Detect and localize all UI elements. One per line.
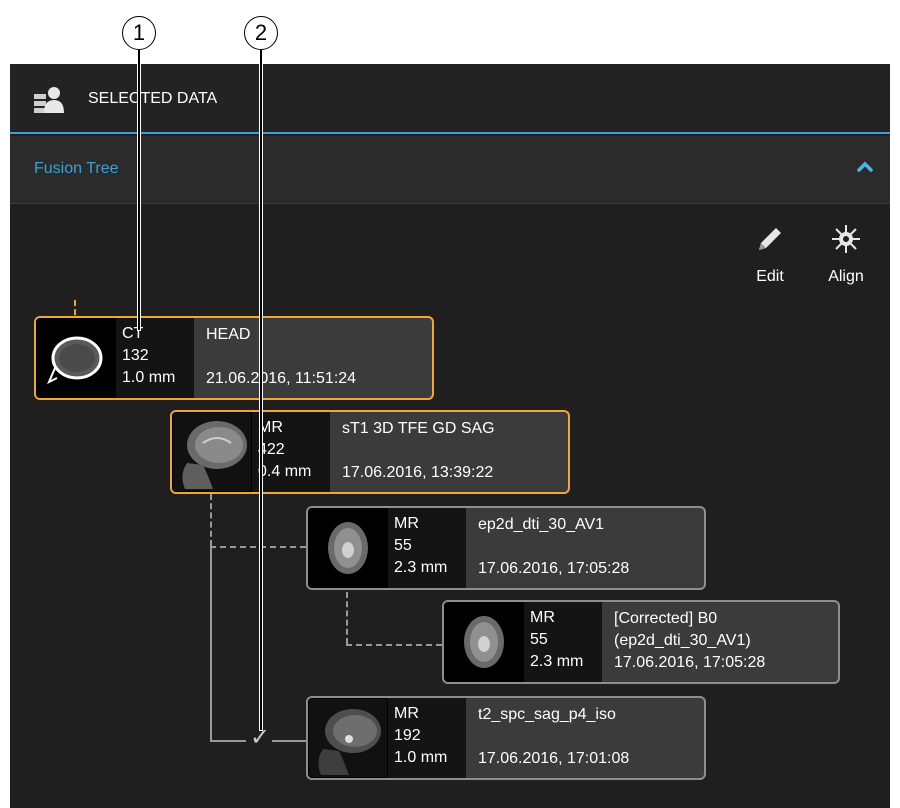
connector-mr-to-dti-h	[210, 546, 306, 548]
connector-dti-to-b0-h	[346, 644, 442, 646]
series-info: MR 55 2.3 mm	[388, 508, 466, 588]
series-modality: MR	[394, 705, 419, 722]
connector-dti-to-b0	[346, 592, 348, 644]
selected-data-panel: SELECTED DATA Fusion Tree Edit Align ✓ C…	[10, 64, 890, 808]
series-name: HEAD	[206, 326, 251, 343]
fusion-tree-content: Edit Align ✓ CT 132 1.0 mm HEAD 21.06.20…	[10, 204, 890, 808]
series-slice-thickness: 2.3 mm	[530, 653, 584, 670]
series-name-line-2: (ep2d_dti_30_AV1)	[614, 632, 751, 649]
series-info: MR 192 1.0 mm	[388, 698, 466, 778]
callout-2-line	[260, 50, 262, 730]
series-info: MR 422 0.4 mm	[252, 412, 330, 492]
series-date: 21.06.2016, 11:51:24	[206, 370, 357, 387]
series-slice-thickness: 0.4 mm	[258, 463, 312, 480]
series-description: t2_spc_sag_p4_iso 17.06.2016, 17:01:08	[478, 704, 696, 772]
edit-label: Edit	[756, 268, 784, 285]
series-node-mr-st1[interactable]: MR 422 0.4 mm sT1 3D TFE GD SAG 17.06.20…	[170, 410, 570, 494]
series-modality: MR	[258, 419, 283, 436]
series-description: [Corrected] B0 (ep2d_dti_30_AV1) 17.06.2…	[614, 608, 830, 676]
series-name: ep2d_dti_30_AV1	[478, 516, 605, 533]
callout-2: 2	[244, 16, 278, 50]
selected-data-icon	[32, 86, 68, 119]
align-label: Align	[828, 268, 864, 285]
series-info: MR 55 2.3 mm	[524, 602, 602, 682]
edit-button[interactable]: Edit	[740, 220, 800, 286]
series-thumbnail	[36, 318, 116, 398]
series-image-count: 132	[122, 347, 149, 364]
series-slice-thickness: 1.0 mm	[122, 369, 176, 386]
series-thumbnail	[308, 698, 388, 778]
series-name: [Corrected] B0	[614, 610, 718, 627]
series-node-ct-head[interactable]: CT 132 1.0 mm HEAD 21.06.2016, 11:51:24	[34, 316, 434, 400]
series-slice-thickness: 2.3 mm	[394, 559, 448, 576]
series-description: ep2d_dti_30_AV1 17.06.2016, 17:05:28	[478, 514, 696, 582]
chevron-up-icon[interactable]	[856, 158, 874, 181]
fusion-tree-label: Fusion Tree	[34, 160, 119, 177]
series-slice-thickness: 1.0 mm	[394, 749, 448, 766]
connector-mr-to-t2-h1	[210, 740, 246, 742]
callout-1: 1	[122, 16, 156, 50]
series-description: HEAD 21.06.2016, 11:51:24	[206, 324, 424, 392]
series-thumbnail	[172, 412, 252, 492]
panel-header: SELECTED DATA	[10, 64, 890, 134]
series-modality: CT	[122, 325, 144, 342]
series-date: 17.06.2016, 13:39:22	[342, 464, 494, 481]
series-image-count: 55	[394, 537, 412, 554]
series-node-mr-ep2d-dti[interactable]: MR 55 2.3 mm ep2d_dti_30_AV1 17.06.2016,…	[306, 506, 706, 590]
connector-mr-to-t2	[210, 546, 212, 740]
series-info: CT 132 1.0 mm	[116, 318, 194, 398]
panel-title: SELECTED DATA	[88, 90, 218, 107]
series-thumbnail	[308, 508, 388, 588]
series-thumbnail	[444, 602, 524, 682]
series-name: t2_spc_sag_p4_iso	[478, 706, 616, 723]
series-image-count: 422	[258, 441, 285, 458]
callout-1-line	[138, 50, 140, 330]
align-button[interactable]: Align	[816, 220, 876, 286]
connector-mr-to-t2-h2	[272, 740, 306, 742]
series-modality: MR	[394, 515, 419, 532]
connector-mr-to-dti	[210, 494, 212, 546]
callout-2-number: 2	[254, 20, 268, 45]
callout-1-number: 1	[132, 20, 146, 45]
align-crosshair-icon	[816, 220, 876, 258]
series-node-mr-t2-spc[interactable]: MR 192 1.0 mm t2_spc_sag_p4_iso 17.06.20…	[306, 696, 706, 780]
series-image-count: 55	[530, 631, 548, 648]
series-image-count: 192	[394, 727, 421, 744]
series-name: sT1 3D TFE GD SAG	[342, 420, 495, 437]
series-date: 17.06.2016, 17:05:28	[478, 560, 630, 577]
series-description: sT1 3D TFE GD SAG 17.06.2016, 13:39:22	[342, 418, 560, 486]
pencil-icon	[740, 220, 800, 258]
fusion-tree-section-header[interactable]: Fusion Tree	[10, 136, 890, 204]
series-node-corrected-b0[interactable]: MR 55 2.3 mm [Corrected] B0 (ep2d_dti_30…	[442, 600, 840, 684]
series-date: 17.06.2016, 17:01:08	[478, 750, 630, 767]
series-date: 17.06.2016, 17:05:28	[614, 654, 766, 671]
series-modality: MR	[530, 609, 555, 626]
